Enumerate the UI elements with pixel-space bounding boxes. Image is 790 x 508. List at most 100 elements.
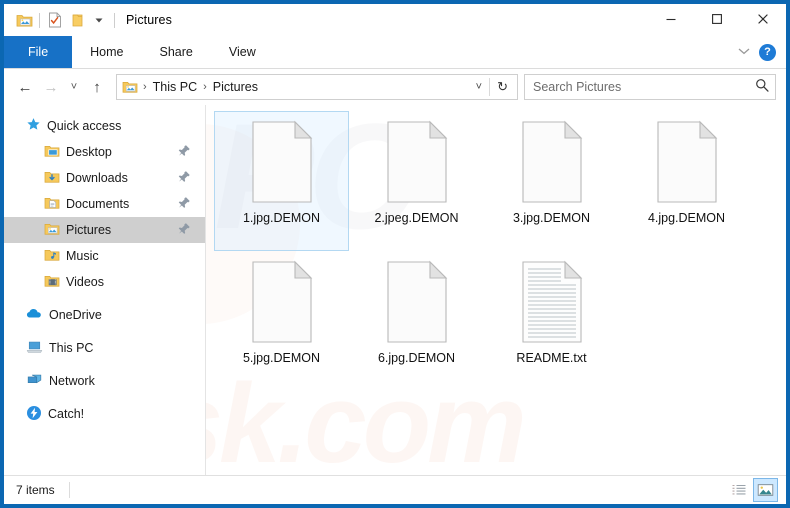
sidebar-item-network[interactable]: Network xyxy=(4,368,205,394)
navigation-pane: Quick access Desktop Downloads Documents… xyxy=(4,105,206,475)
sidebar-item-onedrive[interactable]: OneDrive xyxy=(4,302,205,328)
file-tile-7[interactable]: README.txt xyxy=(484,251,619,391)
sidebar-item-label: OneDrive xyxy=(49,308,102,322)
sidebar-item-pictures[interactable]: Pictures xyxy=(4,217,205,243)
sidebar-item-documents[interactable]: Documents xyxy=(4,191,205,217)
sidebar-item-quick-access[interactable]: Quick access xyxy=(4,113,205,139)
search-input[interactable]: Search Pictures xyxy=(524,74,776,100)
tab-home[interactable]: Home xyxy=(72,36,141,68)
file-name: 3.jpg.DEMON xyxy=(512,211,591,225)
sidebar-item-label: Downloads xyxy=(66,171,128,185)
file-list-view[interactable]: 1.jpg.DEMON 2.jpeg.DEMON 3.jpg.DEMON 4.j… xyxy=(206,105,786,475)
sidebar-item-music[interactable]: Music xyxy=(4,243,205,269)
chevron-down-icon[interactable] xyxy=(737,43,751,61)
sidebar-item-label: Videos xyxy=(66,275,104,289)
pictures-folder-icon xyxy=(44,222,60,239)
pin-icon[interactable] xyxy=(178,144,191,160)
ribbon-tab-bar: File Home Share View ? xyxy=(4,36,786,69)
sidebar-item-desktop[interactable]: Desktop xyxy=(4,139,205,165)
onedrive-cloud-icon xyxy=(26,307,43,323)
status-bar: 7 items xyxy=(4,475,786,504)
music-folder-icon xyxy=(44,248,60,265)
text-file-icon xyxy=(519,260,585,344)
maximize-button[interactable] xyxy=(694,4,740,34)
this-pc-icon xyxy=(26,340,43,357)
pictures-folder-icon[interactable] xyxy=(13,9,35,31)
file-tile-5[interactable]: 5.jpg.DEMON xyxy=(214,251,349,391)
sidebar-gap-4 xyxy=(4,394,205,401)
breadcrumb-dropdown-icon[interactable]: ˅ xyxy=(469,81,489,93)
sidebar-item-label: Documents xyxy=(66,197,130,211)
file-name: README.txt xyxy=(516,351,587,365)
large-icons-view-button[interactable] xyxy=(753,478,778,502)
desktop-folder-icon xyxy=(44,144,60,161)
file-name: 2.jpeg.DEMON xyxy=(374,211,459,225)
new-folder-icon[interactable] xyxy=(66,9,88,31)
breadcrumb-item-pictures[interactable]: Pictures xyxy=(210,80,261,94)
explorer-body: Quick access Desktop Downloads Documents… xyxy=(4,105,786,475)
file-grid: 1.jpg.DEMON 2.jpeg.DEMON 3.jpg.DEMON 4.j… xyxy=(214,111,786,391)
downloads-folder-icon xyxy=(44,170,60,187)
status-separator xyxy=(68,482,70,498)
search-icon[interactable] xyxy=(755,78,769,97)
file-name: 5.jpg.DEMON xyxy=(242,351,321,365)
breadcrumb-separator-1[interactable]: › xyxy=(200,81,210,93)
file-tile-3[interactable]: 3.jpg.DEMON xyxy=(484,111,619,251)
details-view-button[interactable] xyxy=(727,479,750,501)
sidebar-item-label: Network xyxy=(49,374,95,388)
file-tile-2[interactable]: 2.jpeg.DEMON xyxy=(349,111,484,251)
breadcrumb-right: ˅ ↻ xyxy=(469,78,515,96)
blank-file-icon xyxy=(249,120,315,204)
recent-locations-button[interactable]: ˅ xyxy=(64,74,84,100)
sidebar-item-this-pc[interactable]: This PC xyxy=(4,335,205,361)
pin-icon[interactable] xyxy=(178,170,191,186)
blank-file-icon xyxy=(384,260,450,344)
sidebar-item-catch[interactable]: Catch! xyxy=(4,401,205,427)
minimize-button[interactable] xyxy=(648,4,694,34)
sidebar-item-label: Quick access xyxy=(47,119,122,133)
qat-separator-1 xyxy=(39,12,40,28)
item-count-label: 7 items xyxy=(16,483,55,497)
properties-icon[interactable] xyxy=(44,9,66,31)
ribbon-right-controls: ? xyxy=(737,36,786,68)
file-name: 6.jpg.DEMON xyxy=(377,351,456,365)
blank-file-icon xyxy=(249,260,315,344)
file-tile-4[interactable]: 4.jpg.DEMON xyxy=(619,111,754,251)
sidebar-item-label: Catch! xyxy=(48,407,85,421)
window-controls xyxy=(648,4,786,36)
explorer-window: PC risk.com xyxy=(4,4,786,504)
window-title: Pictures xyxy=(126,13,172,27)
sidebar-item-downloads[interactable]: Downloads xyxy=(4,165,205,191)
breadcrumb[interactable]: › This PC › Pictures ˅ ↻ xyxy=(116,74,518,100)
sidebar-gap-2 xyxy=(4,328,205,335)
file-name: 4.jpg.DEMON xyxy=(647,211,726,225)
breadcrumb-item-this-pc[interactable]: This PC xyxy=(150,80,200,94)
customize-qat-dropdown[interactable] xyxy=(88,9,110,31)
tab-share[interactable]: Share xyxy=(142,36,211,68)
forward-button[interactable]: → xyxy=(38,74,64,100)
blank-file-icon xyxy=(384,120,450,204)
sidebar-gap-1 xyxy=(4,295,205,302)
up-button[interactable]: ↑ xyxy=(84,74,110,100)
breadcrumb-separator-0[interactable]: › xyxy=(140,81,150,93)
address-bar: ← → ˅ ↑ › This PC › Pictures ˅ ↻ Search … xyxy=(4,69,786,105)
tab-view[interactable]: View xyxy=(211,36,274,68)
help-button[interactable]: ? xyxy=(759,43,776,61)
file-tile-6[interactable]: 6.jpg.DEMON xyxy=(349,251,484,391)
videos-folder-icon xyxy=(44,274,60,291)
star-icon xyxy=(26,117,41,135)
sidebar-item-videos[interactable]: Videos xyxy=(4,269,205,295)
pin-icon[interactable] xyxy=(178,196,191,212)
back-button[interactable]: ← xyxy=(12,74,38,100)
tab-file[interactable]: File xyxy=(4,36,73,68)
close-button[interactable] xyxy=(740,4,786,34)
network-icon xyxy=(26,373,43,390)
view-toggle-group xyxy=(727,478,778,502)
sidebar-item-label: Desktop xyxy=(66,145,112,159)
pin-icon[interactable] xyxy=(178,222,191,238)
refresh-icon[interactable]: ↻ xyxy=(490,79,515,95)
file-tile-1[interactable]: 1.jpg.DEMON xyxy=(214,111,349,251)
sidebar-item-label: Music xyxy=(66,249,99,263)
documents-folder-icon xyxy=(44,196,60,213)
sidebar-gap-3 xyxy=(4,361,205,368)
